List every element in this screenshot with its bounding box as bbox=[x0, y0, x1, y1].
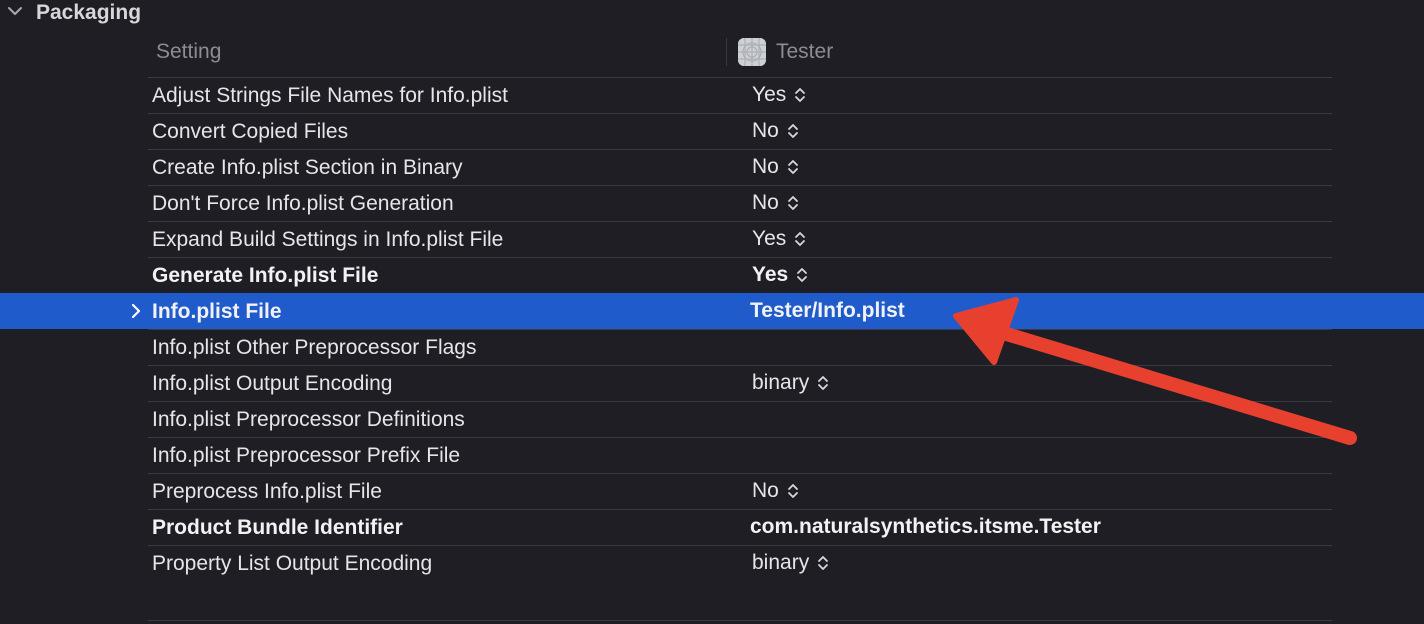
setting-name: Info.plist Preprocessor Definitions bbox=[152, 408, 465, 431]
setting-value-popup[interactable]: No bbox=[752, 149, 799, 185]
setting-name: Info.plist Other Preprocessor Flags bbox=[152, 336, 477, 359]
up-down-chevron-icon bbox=[795, 232, 806, 246]
setting-row[interactable]: Generate Info.plist File Yes bbox=[0, 257, 1424, 293]
setting-value[interactable]: com.naturalsynthetics.itsme.Tester bbox=[750, 509, 1101, 545]
setting-row[interactable]: Convert Copied Files No bbox=[0, 113, 1424, 149]
setting-row[interactable]: Info.plist Output Encoding binary bbox=[0, 365, 1424, 401]
setting-value-text: No bbox=[752, 155, 779, 178]
setting-value[interactable]: Tester/Info.plist bbox=[750, 293, 905, 329]
up-down-chevron-icon bbox=[818, 376, 829, 390]
up-down-chevron-icon bbox=[787, 160, 798, 174]
section-title: Packaging bbox=[36, 1, 142, 24]
setting-name: Product Bundle Identifier bbox=[152, 516, 403, 539]
setting-name: Adjust Strings File Names for Info.plist bbox=[152, 84, 508, 107]
setting-name: Info.plist Preprocessor Prefix File bbox=[152, 444, 461, 467]
setting-name: Don't Force Info.plist Generation bbox=[152, 192, 454, 215]
table-bottom-divider bbox=[148, 620, 1332, 621]
setting-row[interactable]: Create Info.plist Section in Binary No bbox=[0, 149, 1424, 185]
setting-name: Expand Build Settings in Info.plist File bbox=[152, 228, 504, 251]
setting-value-text: Yes bbox=[752, 83, 787, 106]
setting-value-text: com.naturalsynthetics.itsme.Tester bbox=[750, 515, 1101, 538]
setting-value-text: binary bbox=[752, 551, 810, 574]
setting-value-text: No bbox=[752, 191, 779, 214]
setting-value-popup[interactable]: binary bbox=[752, 545, 829, 581]
setting-name: Property List Output Encoding bbox=[152, 552, 433, 575]
setting-name: Convert Copied Files bbox=[152, 120, 349, 143]
chevron-down-icon[interactable] bbox=[7, 3, 23, 19]
up-down-chevron-icon bbox=[787, 124, 798, 138]
setting-row[interactable]: Property List Output Encoding binary bbox=[0, 545, 1424, 581]
setting-value-popup[interactable]: Yes bbox=[752, 77, 806, 113]
setting-value-popup[interactable]: No bbox=[752, 113, 799, 149]
setting-value-text: Tester/Info.plist bbox=[750, 299, 905, 322]
setting-value-popup[interactable]: Yes bbox=[752, 221, 806, 257]
column-header-target[interactable]: Tester bbox=[776, 34, 833, 70]
setting-row[interactable]: Info.plist Other Preprocessor Flags bbox=[0, 329, 1424, 365]
settings-table: Adjust Strings File Names for Info.plist… bbox=[0, 77, 1424, 581]
app-target-icon bbox=[738, 38, 766, 66]
setting-name: Preprocess Info.plist File bbox=[152, 480, 382, 503]
setting-value-text: No bbox=[752, 479, 779, 502]
setting-name: Generate Info.plist File bbox=[152, 264, 379, 287]
setting-value-popup[interactable]: No bbox=[752, 473, 799, 509]
setting-row[interactable]: Don't Force Info.plist Generation No bbox=[0, 185, 1424, 221]
setting-value-popup[interactable]: No bbox=[752, 185, 799, 221]
build-settings-panel: Packaging Setting Tester Adjust Strings … bbox=[0, 0, 1424, 624]
setting-name: Info.plist File bbox=[152, 300, 282, 323]
up-down-chevron-icon bbox=[797, 268, 808, 282]
up-down-chevron-icon bbox=[787, 196, 798, 210]
setting-value-popup[interactable]: Yes bbox=[752, 257, 808, 293]
setting-value-text: binary bbox=[752, 371, 810, 394]
up-down-chevron-icon bbox=[818, 556, 829, 570]
setting-row[interactable]: Expand Build Settings in Info.plist File… bbox=[0, 221, 1424, 257]
setting-row[interactable]: Info.plist File Tester/Info.plist bbox=[0, 293, 1424, 329]
setting-row[interactable]: Info.plist Preprocessor Definitions bbox=[0, 401, 1424, 437]
setting-name: Create Info.plist Section in Binary bbox=[152, 156, 463, 179]
setting-value-text: No bbox=[752, 119, 779, 142]
setting-value-popup[interactable]: binary bbox=[752, 365, 829, 401]
setting-row[interactable]: Product Bundle Identifier com.naturalsynt… bbox=[0, 509, 1424, 545]
setting-row[interactable]: Preprocess Info.plist File No bbox=[0, 473, 1424, 509]
up-down-chevron-icon bbox=[795, 88, 806, 102]
chevron-right-icon[interactable] bbox=[128, 302, 144, 320]
setting-name: Info.plist Output Encoding bbox=[152, 372, 393, 395]
column-header-setting[interactable]: Setting bbox=[156, 34, 221, 70]
setting-value-text: Yes bbox=[752, 227, 787, 250]
setting-value-text: Yes bbox=[752, 263, 789, 286]
column-divider bbox=[726, 38, 727, 66]
setting-row[interactable]: Adjust Strings File Names for Info.plist… bbox=[0, 77, 1424, 113]
up-down-chevron-icon bbox=[787, 484, 798, 498]
setting-row[interactable]: Info.plist Preprocessor Prefix File bbox=[0, 437, 1424, 473]
